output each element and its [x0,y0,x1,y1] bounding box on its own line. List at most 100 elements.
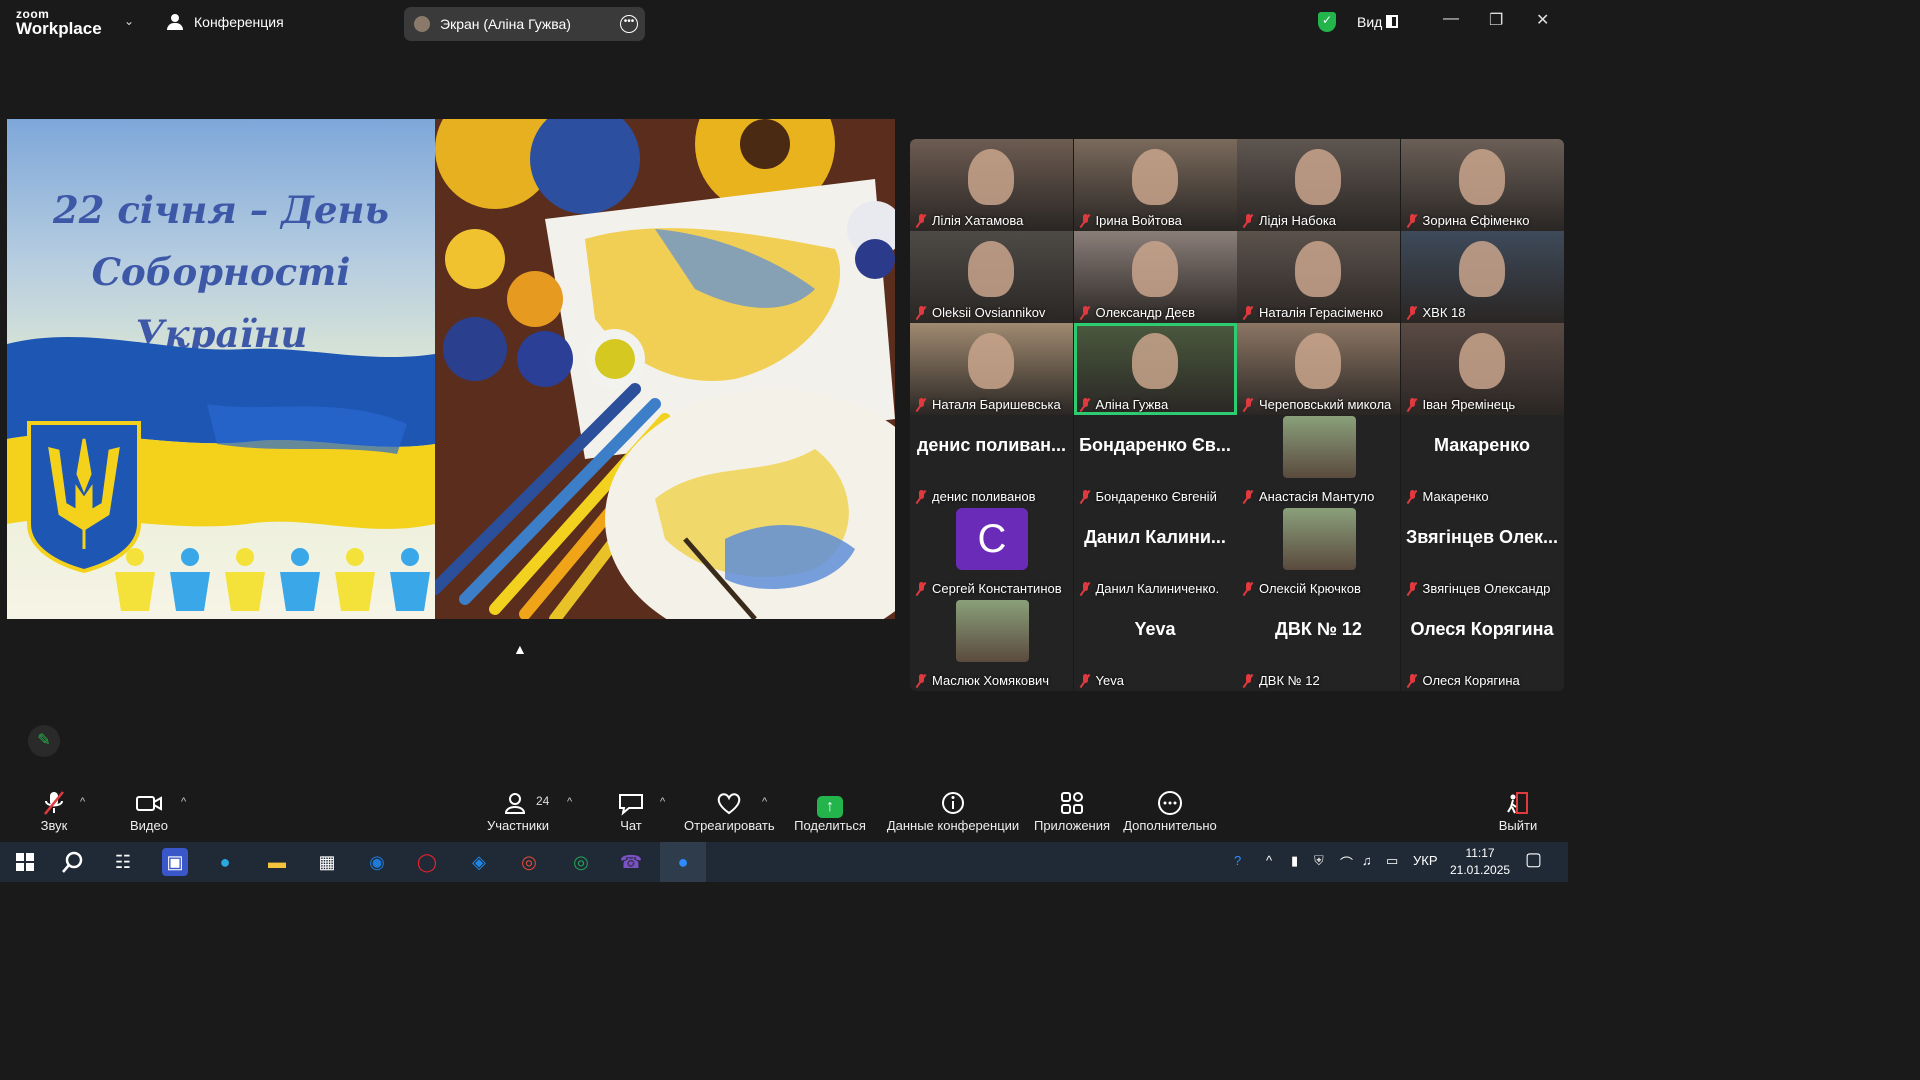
view-layout-icon[interactable] [1386,15,1398,28]
participant-tile[interactable]: Олексій Крючков [1237,507,1400,599]
participant-tile[interactable]: Бондаренко Єв... Бондаренко Євгеній [1073,415,1237,507]
participant-display-name: Звягінцев Олек... [1405,527,1559,547]
defender-shield-icon[interactable]: ⛨ [1314,853,1324,869]
participant-name: Сергей Константинов [932,581,1062,596]
participant-tile[interactable]: Череповський микола [1237,323,1400,415]
task-view-icon[interactable]: ☷ [108,848,138,876]
participant-tile[interactable]: Yeva Yeva [1073,599,1237,691]
help-icon[interactable]: ? [1234,853,1241,868]
participant-name-label: Бондаренко Євгеній [1080,489,1217,504]
muted-mic-icon [916,213,926,228]
participant-tile[interactable]: Лідія Набока [1237,139,1400,231]
participant-tile[interactable]: Наталя Баришевська [910,323,1073,415]
participant-name-label: Олександр Деєв [1080,305,1195,320]
chrome-profile-icon[interactable]: ◎ [566,848,596,876]
avatar: C [956,508,1028,570]
participant-tile[interactable]: Олеся Корягина Олеся Корягина [1400,599,1564,691]
video-options-chevron-icon[interactable]: ^ [181,796,186,808]
annotate-pencil-icon[interactable]: ✎ [28,725,60,757]
conference-info[interactable]: Конференция [166,14,284,30]
meeting-info-button[interactable]: Данные конференции [886,790,1020,833]
close-icon[interactable]: ✕ [1536,10,1549,30]
meeting-toolbar: Звук ^ Видео ^ Участники 24 ^ Чат ^ Отре… [0,780,1568,842]
outlook-icon[interactable]: ◉ [362,848,392,876]
participant-tile[interactable]: Зорина Єфіменко [1400,139,1564,231]
system-clock[interactable]: 11:17 21.01.2025 [1450,845,1510,879]
participant-tile[interactable]: C Сергей Константинов [910,507,1073,599]
participant-tile[interactable]: Анастасія Мантуло [1237,415,1400,507]
notifications-icon[interactable]: ▢ [1525,849,1542,870]
audio-button[interactable]: Звук [34,790,74,833]
share-button[interactable]: ↑ Поделиться [794,790,866,833]
opera-browser-icon[interactable]: ◯ [412,848,442,876]
chrome-browser-icon[interactable]: ◎ [514,848,544,876]
audio-options-chevron-icon[interactable]: ^ [80,796,85,808]
mouse-pointer-icon: ▲ [513,641,527,657]
participant-tile[interactable]: ХВК 18 [1400,231,1564,323]
participants-options-chevron-icon[interactable]: ^ [567,796,572,808]
screen-share-pill[interactable]: Экран (Аліна Гужва) ••• [404,7,645,41]
teamviewer-icon[interactable]: ◈ [464,848,494,876]
save-app-icon[interactable]: ▣ [162,848,188,876]
battery-icon[interactable]: ▭ [1386,853,1398,869]
participant-tile[interactable]: Лілія Хатамова [910,139,1073,231]
apps-button[interactable]: Приложения [1032,790,1112,833]
participant-display-name: Yeva [1134,619,1176,639]
microsoft-store-icon[interactable]: ▦ [312,848,342,876]
speaker-icon[interactable]: ♫ [1362,853,1372,868]
file-explorer-icon[interactable]: ▬ [262,848,292,876]
minimize-icon[interactable]: — [1443,10,1459,28]
zoom-app-icon[interactable]: ● [668,848,698,876]
leave-button[interactable]: Выйти [1498,790,1538,833]
more-icon [1122,790,1218,818]
search-icon[interactable] [58,848,88,876]
muted-mic-icon [1407,305,1417,320]
participant-tile[interactable]: Данил Калини... Данил Калиниченко. [1073,507,1237,599]
shield-icon[interactable] [1318,12,1336,32]
more-label: Дополнительно [1123,818,1217,833]
edge-browser-icon[interactable]: ● [210,848,240,876]
tray-chevron-icon[interactable]: ^ [1266,853,1272,868]
participant-name: Олеся Корягина [1422,673,1520,688]
participant-tile[interactable]: Іван Яремінець [1400,323,1564,415]
microphone-icon[interactable]: ▮ [1291,853,1298,869]
video-button[interactable]: Видео [128,790,170,833]
participant-tile[interactable]: Наталія Герасіменко [1237,231,1400,323]
input-language[interactable]: УКР [1413,853,1438,868]
participant-tile[interactable]: Маслюк Хомякович [910,599,1073,691]
participant-name-label: Наталія Герасіменко [1243,305,1383,320]
restore-icon[interactable]: ❐ [1489,10,1503,30]
more-icon[interactable]: ••• [620,15,638,33]
view-button[interactable]: Вид [1357,14,1382,30]
chat-icon [614,790,648,818]
react-button[interactable]: Отреагировать [684,790,775,833]
participant-name-label: Аліна Гужва [1080,397,1168,412]
chat-options-chevron-icon[interactable]: ^ [660,796,665,808]
screen-share-label: Экран (Аліна Гужва) [440,16,571,32]
participant-tile[interactable]: Звягінцев Олек... Звягінцев Олександр [1400,507,1564,599]
muted-mic-icon [1080,397,1090,412]
muted-mic-icon [1080,489,1090,504]
leave-icon [1498,790,1538,818]
participant-tile[interactable]: Аліна Гужва [1073,323,1237,415]
participant-name-label: Yeva [1080,673,1124,688]
viber-icon[interactable]: ☎ [616,848,646,876]
chevron-down-icon[interactable]: ⌄ [124,14,134,28]
participant-display-name: денис поливан... [916,435,1067,455]
participant-tile[interactable]: Oleksii Ovsiannikov [910,231,1073,323]
participant-tile[interactable]: Макаренко Макаренко [1400,415,1564,507]
wifi-icon[interactable]: ⌒ [1340,853,1353,872]
react-options-chevron-icon[interactable]: ^ [762,796,767,808]
chat-button[interactable]: Чат [614,790,648,833]
participant-name: Наталія Герасіменко [1259,305,1384,320]
participant-tile[interactable]: ДВК № 12 ДВК № 12 [1237,599,1400,691]
profile-picture [956,600,1029,662]
muted-mic-icon [1243,397,1253,412]
participant-tile[interactable]: Олександр Деєв [1073,231,1237,323]
slide-photo [435,119,895,619]
windows-start-icon[interactable] [10,848,40,876]
participant-tile[interactable]: Ірина Войтова [1073,139,1237,231]
participant-name-label: Макаренко [1407,489,1489,504]
participant-tile[interactable]: денис поливан... денис поливанов [910,415,1073,507]
more-button[interactable]: Дополнительно [1122,790,1218,833]
